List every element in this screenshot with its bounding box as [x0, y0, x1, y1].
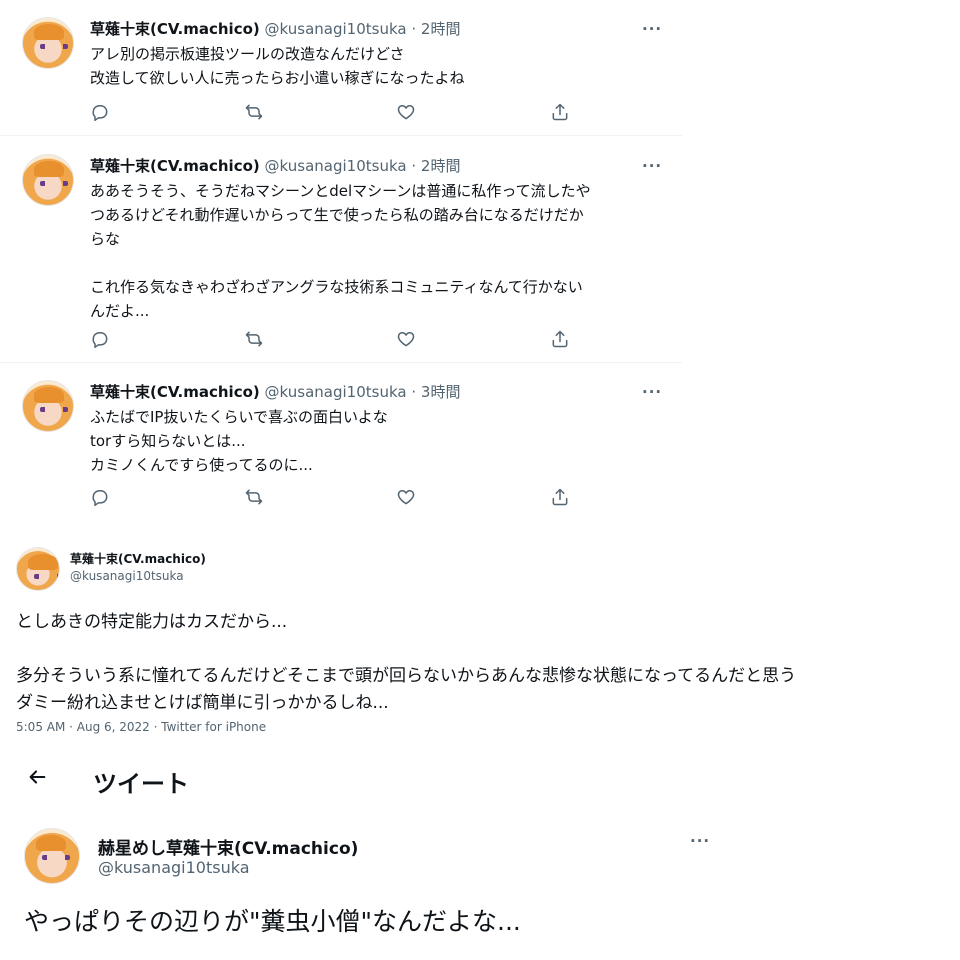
heart-icon[interactable]: [396, 102, 418, 124]
tweet-line: ああそうそう、そうだねマシーンとdelマシーンは普通に私作って流したや: [90, 182, 591, 200]
tweet[interactable]: 草薙十束(CV.machico) @kusanagi10tsuka · 3時間 …: [0, 364, 682, 515]
more-icon[interactable]: ···: [642, 385, 662, 406]
tweet-header: 草薙十束(CV.machico) @kusanagi10tsuka · 2時間: [90, 19, 460, 39]
handle[interactable]: @kusanagi10tsuka: [265, 383, 407, 401]
share-icon[interactable]: [550, 329, 572, 351]
tweet-line: アレ別の掲示板連投ツールの改造なんだけどさ: [90, 45, 405, 63]
timestamp[interactable]: 2時間: [421, 20, 461, 38]
display-name[interactable]: 赫星めし草薙十束(CV.machico): [98, 834, 358, 859]
retweet-icon[interactable]: [244, 102, 266, 124]
timeline-panel: 草薙十束(CV.machico) @kusanagi10tsuka · 2時間 …: [0, 0, 682, 515]
display-name[interactable]: 草薙十束(CV.machico): [90, 157, 260, 175]
tweet-line: これ作る気なきゃわざわざアングラな技術系コミュニティなんて行かない: [90, 278, 583, 296]
retweet-icon[interactable]: [244, 329, 266, 351]
tweet-text: としあきの特定能力はカスだから... 多分そういう系に憧れてるんだけどそこまで頭…: [16, 609, 960, 717]
tweet-meta: 5:05 AM · Aug 6, 2022 · Twitter for iPho…: [16, 720, 267, 734]
tweet-actions: [90, 487, 570, 509]
heart-icon[interactable]: [396, 329, 418, 351]
avatar[interactable]: [24, 828, 80, 884]
tweet-header: 草薙十束(CV.machico) @kusanagi10tsuka · 3時間: [90, 382, 460, 402]
tweet-line: torすら知らないとは...: [90, 432, 246, 450]
retweet-icon[interactable]: [244, 487, 266, 509]
back-arrow-icon[interactable]: [26, 766, 50, 790]
separator-dot: ·: [411, 20, 417, 38]
avatar[interactable]: [22, 380, 74, 432]
display-name[interactable]: 草薙十束(CV.machico): [90, 383, 260, 401]
tweet-text: ああそうそう、そうだねマシーンとdelマシーンは普通に私作って流したや つあるけ…: [90, 179, 665, 323]
tweet-actions: [90, 329, 570, 351]
handle[interactable]: @kusanagi10tsuka: [70, 569, 184, 583]
tweet-line: つあるけどそれ動作遅いからって生で使ったら私の踏み台になるだけだか: [90, 206, 584, 224]
tweet[interactable]: 草薙十束(CV.machico) @kusanagi10tsuka · 2時間 …: [0, 137, 682, 363]
reply-icon[interactable]: [90, 487, 112, 509]
tweet-line: 多分そういう系に憧れてるんだけどそこまで頭が回らないからあんな悲惨な状態になって…: [16, 666, 797, 686]
handle[interactable]: @kusanagi10tsuka: [98, 858, 250, 877]
share-icon[interactable]: [550, 102, 572, 124]
reply-icon[interactable]: [90, 329, 112, 351]
display-name[interactable]: 草薙十束(CV.machico): [90, 20, 260, 38]
tweet-header: 草薙十束(CV.machico) @kusanagi10tsuka · 2時間: [90, 156, 460, 176]
tweet-line: [90, 251, 665, 275]
tweet-line: [16, 636, 960, 663]
share-icon[interactable]: [550, 487, 572, 509]
timestamp[interactable]: 3時間: [421, 383, 461, 401]
tweet-line: 改造して欲しい人に売ったらお小遣い稼ぎになったよね: [90, 69, 465, 87]
avatar[interactable]: [16, 547, 60, 591]
tweet-actions: [90, 102, 570, 124]
display-name[interactable]: 草薙十束(CV.machico): [70, 550, 206, 567]
tweet-line: ダミー紛れ込ませとけば簡単に引っかかるしね...: [16, 693, 389, 713]
more-icon[interactable]: ···: [690, 834, 710, 855]
heart-icon[interactable]: [396, 487, 418, 509]
avatar[interactable]: [22, 154, 74, 206]
tweet-text: ふたばでIP抜いたくらいで喜ぶの面白いよな torすら知らないとは... カミノ…: [90, 405, 665, 477]
tweet[interactable]: 草薙十束(CV.machico) @kusanagi10tsuka · 2時間 …: [0, 0, 682, 136]
tweet-line: カミノくんですら使ってるのに...: [90, 456, 313, 474]
detail-tweet: 草薙十束(CV.machico) @kusanagi10tsuka としあきの特…: [0, 533, 960, 743]
tweet-text: やっぱりその辺りが"糞虫小僧"なんだよな...: [24, 907, 521, 936]
page-title: ツイート: [93, 770, 189, 798]
tweet-line: んだよ...: [90, 302, 150, 320]
separator-dot: ·: [411, 157, 417, 175]
separator-dot: ·: [411, 383, 417, 401]
tweet-line: ふたばでIP抜いたくらいで喜ぶの面白いよな: [90, 408, 388, 426]
tweet-line: としあきの特定能力はカスだから...: [16, 612, 288, 632]
tweet-text: アレ別の掲示板連投ツールの改造なんだけどさ 改造して欲しい人に売ったらお小遣い稼…: [90, 42, 665, 90]
handle[interactable]: @kusanagi10tsuka: [265, 20, 407, 38]
reply-icon[interactable]: [90, 102, 112, 124]
tweet-line: らな: [90, 230, 121, 248]
tweet-page: ツイート 赫星めし草薙十束(CV.machico) @kusanagi10tsu…: [0, 752, 960, 960]
avatar[interactable]: [22, 17, 74, 69]
handle[interactable]: @kusanagi10tsuka: [265, 157, 407, 175]
more-icon[interactable]: ···: [642, 22, 662, 43]
more-icon[interactable]: ···: [642, 159, 662, 180]
timestamp[interactable]: 2時間: [421, 157, 461, 175]
